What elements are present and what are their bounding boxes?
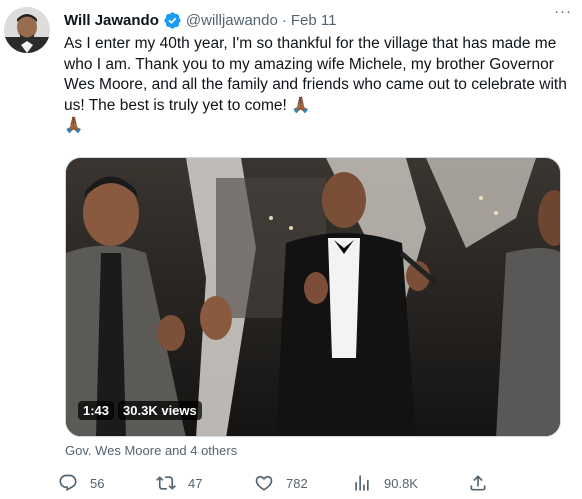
share-button[interactable] — [468, 468, 488, 498]
video-duration: 1:43 — [78, 401, 115, 420]
views-count: 90.8K — [384, 475, 418, 491]
like-count: 782 — [286, 475, 308, 491]
share-icon — [470, 475, 486, 491]
reply-count: 56 — [90, 475, 105, 491]
reply-button[interactable]: 56 — [58, 468, 104, 498]
video-badges: 1:43 30.3K views — [78, 401, 202, 420]
action-bar: 56 47 782 90.8K — [58, 468, 498, 498]
tweet: Will Jawando @willjawando · Feb 11 ··· A… — [0, 0, 582, 499]
video-frame — [66, 158, 560, 436]
reply-icon — [59, 474, 77, 492]
tweet-text: As I enter my 40th year, I'm so thankful… — [64, 35, 567, 134]
tweet-header: Will Jawando @willjawando · Feb 11 — [64, 9, 570, 31]
tagged-users[interactable]: Gov. Wes Moore and 4 others — [65, 443, 237, 458]
repost-button[interactable]: 47 — [156, 468, 202, 498]
views-icon — [355, 475, 369, 491]
repost-count: 47 — [188, 475, 203, 491]
like-button[interactable]: 782 — [254, 468, 308, 498]
video-player[interactable]: 1:43 30.3K views — [65, 157, 561, 437]
author-handle[interactable]: @willjawando — [186, 12, 278, 29]
video-views: 30.3K views — [118, 401, 202, 420]
more-icon[interactable]: ··· — [550, 0, 576, 22]
verified-badge-icon — [163, 11, 182, 30]
repost-icon — [156, 476, 176, 490]
views-button[interactable]: 90.8K — [352, 468, 418, 498]
tweet-date[interactable]: Feb 11 — [291, 12, 337, 29]
author-name[interactable]: Will Jawando — [64, 12, 159, 29]
avatar[interactable] — [4, 7, 50, 53]
separator-dot: · — [281, 11, 287, 29]
like-icon — [255, 475, 273, 491]
